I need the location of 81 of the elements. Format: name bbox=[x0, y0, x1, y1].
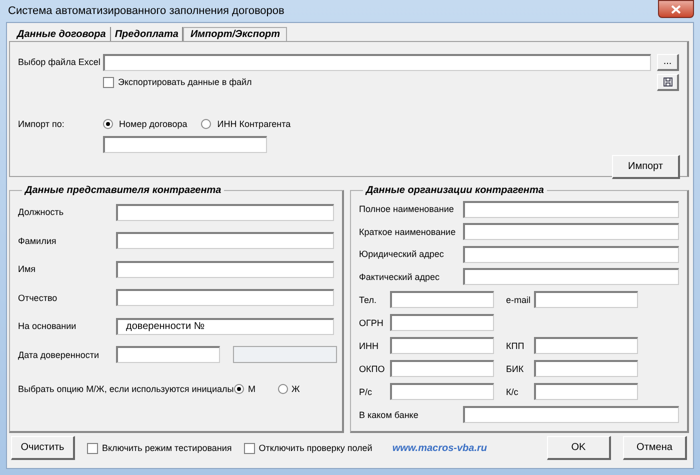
cancel-button[interactable]: Отмена bbox=[623, 436, 687, 460]
import-button[interactable]: Импорт bbox=[612, 155, 680, 179]
checkbox[interactable] bbox=[244, 442, 255, 454]
radio-option[interactable]: ИНН Контрагента bbox=[201, 119, 291, 129]
field-label: ИНН bbox=[359, 340, 380, 350]
option-checkbox[interactable]: Включить режим тестирования bbox=[87, 442, 232, 454]
field-label: ОКПО bbox=[359, 364, 386, 374]
radio-button[interactable] bbox=[234, 384, 244, 394]
field-label: Должность bbox=[18, 207, 65, 218]
radio-label: М bbox=[248, 384, 256, 394]
file-label: Выбор файла Excel bbox=[18, 57, 102, 67]
text-field[interactable] bbox=[390, 383, 494, 400]
radio-label: Номер договора bbox=[119, 119, 188, 129]
radio-option[interactable]: Ж bbox=[278, 384, 300, 394]
field-label: Юридический адрес bbox=[359, 249, 445, 260]
text-field[interactable] bbox=[534, 360, 638, 377]
checkbox[interactable] bbox=[87, 442, 98, 454]
option-checkbox[interactable]: Отключить проверку полей bbox=[244, 442, 372, 454]
browse-button[interactable]: ... bbox=[657, 54, 679, 70]
checkbox[interactable] bbox=[103, 76, 114, 88]
file-path-field[interactable] bbox=[103, 54, 651, 70]
text-field[interactable] bbox=[390, 314, 494, 331]
text-field[interactable] bbox=[116, 289, 334, 306]
text-field[interactable]: доверенности № bbox=[116, 318, 334, 335]
field-label: Тел. bbox=[359, 294, 378, 304]
radio-button[interactable] bbox=[201, 119, 212, 129]
text-field[interactable] bbox=[534, 337, 638, 354]
text-field[interactable] bbox=[390, 291, 494, 308]
text-field[interactable] bbox=[463, 246, 679, 263]
field-label: Фактический адрес bbox=[359, 272, 440, 282]
radio-label: ИНН Контрагента bbox=[217, 119, 291, 129]
radio-option[interactable]: М bbox=[234, 384, 256, 394]
text-field[interactable] bbox=[463, 268, 679, 286]
tab[interactable]: Импорт/Экспорт bbox=[183, 27, 288, 41]
text-field[interactable] bbox=[463, 223, 679, 240]
field-label: ОГРН bbox=[359, 318, 384, 328]
text-field[interactable] bbox=[390, 337, 494, 354]
field-label: К/с bbox=[506, 386, 520, 396]
group-title: Данные представителя контрагента bbox=[23, 185, 222, 196]
radio-button[interactable] bbox=[103, 119, 113, 129]
field-label: На основании bbox=[18, 321, 78, 332]
field-label: Краткое наименование bbox=[359, 226, 457, 237]
window-title: Система автоматизированного заполнения договоров bbox=[7, 5, 284, 17]
text-field[interactable] bbox=[116, 232, 334, 250]
text-field[interactable] bbox=[116, 204, 334, 221]
tab[interactable]: Данные договора bbox=[13, 27, 111, 41]
gender-label: Выбрать опцию М/Ж, если используются инициалы bbox=[18, 384, 234, 394]
checkbox-label: Экспортировать данные в файл bbox=[118, 77, 252, 87]
close-button[interactable] bbox=[658, 0, 694, 18]
field-label: Полное наименование bbox=[359, 204, 455, 214]
website-link[interactable]: www.macros-vba.ru bbox=[392, 442, 535, 454]
text-field[interactable] bbox=[390, 360, 494, 377]
radio-label: Ж bbox=[292, 384, 300, 394]
date-field[interactable] bbox=[116, 346, 220, 363]
text-field[interactable] bbox=[534, 383, 638, 400]
export-checkbox[interactable]: Экспортировать данные в файл bbox=[103, 76, 651, 88]
text-field[interactable] bbox=[463, 406, 679, 423]
ok-button[interactable]: OK bbox=[547, 436, 611, 460]
radio-button[interactable] bbox=[278, 384, 288, 394]
radio-option[interactable]: Номер договора bbox=[103, 119, 188, 129]
import-value-field[interactable] bbox=[103, 136, 267, 152]
clear-button[interactable]: Очистить bbox=[11, 436, 75, 460]
text-field[interactable] bbox=[534, 291, 638, 308]
text-field[interactable] bbox=[116, 260, 334, 278]
import-by-label: Импорт по: bbox=[18, 119, 66, 129]
field-label: e-mail bbox=[506, 294, 532, 304]
field-label: Отчество bbox=[18, 292, 58, 303]
checkbox-label: Отключить проверку полей bbox=[258, 443, 372, 453]
group-title: Данные организации контрагента bbox=[364, 185, 545, 196]
field-label: Дата доверенности bbox=[18, 350, 100, 360]
checkbox-label: Включить режим тестирования bbox=[102, 443, 232, 453]
field-label: Имя bbox=[18, 264, 37, 274]
field-label: КПП bbox=[506, 340, 526, 350]
close-icon bbox=[671, 4, 681, 14]
field-label: В каком банке bbox=[359, 410, 420, 420]
save-button[interactable] bbox=[657, 74, 679, 90]
text-field[interactable] bbox=[463, 200, 679, 218]
field-label: Р/с bbox=[359, 386, 374, 396]
save-icon bbox=[662, 76, 672, 86]
field-label: БИК bbox=[506, 364, 525, 374]
field-label: Фамилия bbox=[18, 236, 58, 246]
